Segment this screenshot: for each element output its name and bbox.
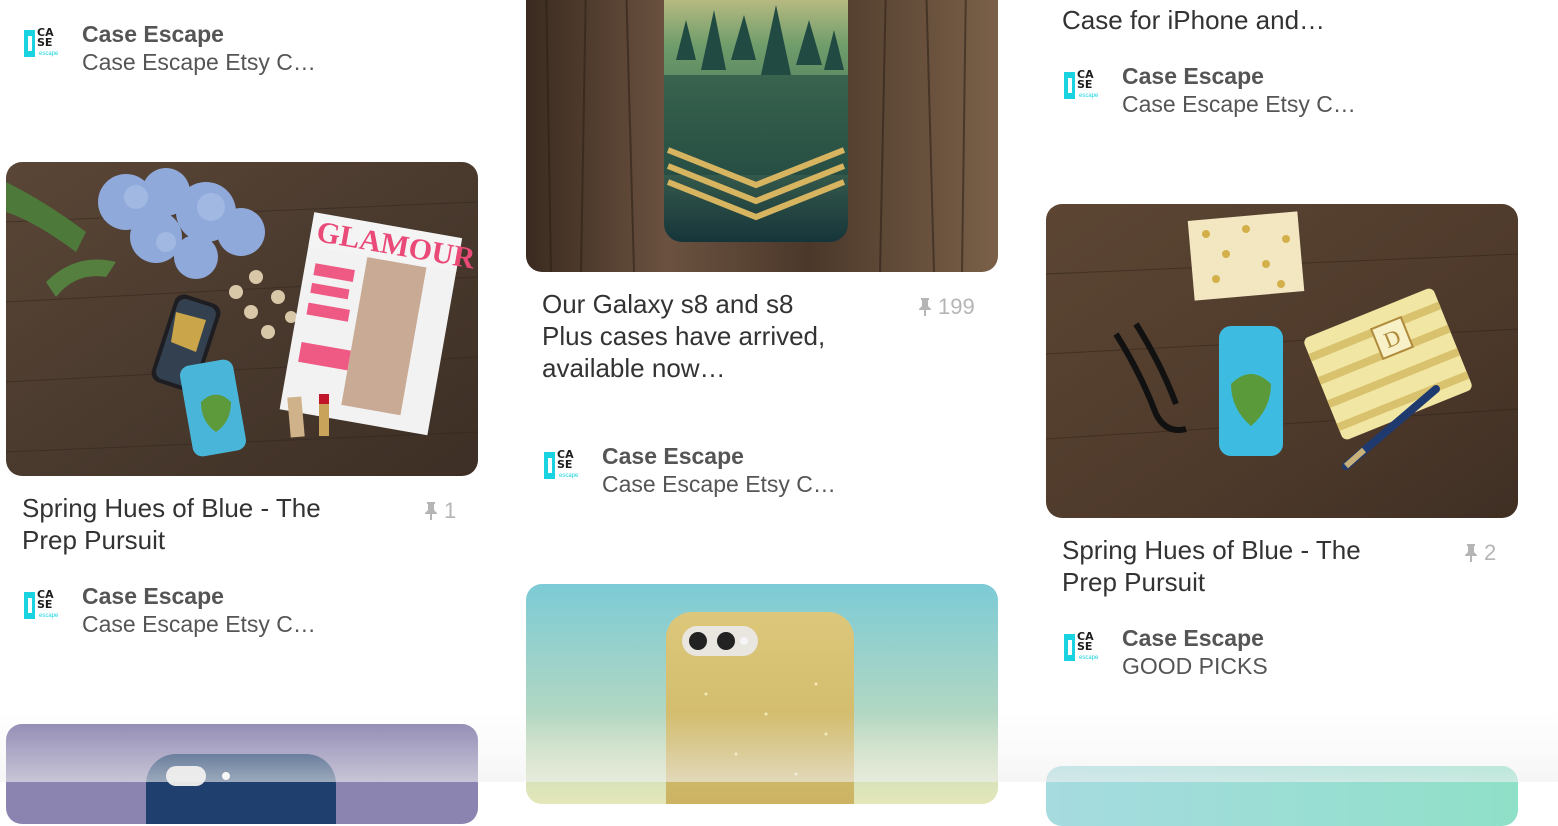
- pushpin-icon: [425, 502, 437, 520]
- pinner-name[interactable]: Case Escape: [1122, 624, 1268, 652]
- board-name[interactable]: Case Escape Etsy C…: [1122, 90, 1356, 118]
- pin-attribution[interactable]: CA SE escape Case Escape GOOD PICKS: [1062, 624, 1268, 680]
- case-escape-logo: CA SE escape: [1062, 624, 1106, 668]
- pin-title[interactable]: Case for iPhone and…: [1062, 4, 1482, 36]
- board-name[interactable]: GOOD PICKS: [1122, 652, 1268, 680]
- pin-attribution[interactable]: CA SE escape Case Escape Case Escape Etsy…: [22, 20, 316, 76]
- pinner-name[interactable]: Case Escape: [602, 442, 836, 470]
- save-count: 1: [424, 498, 456, 524]
- board-name[interactable]: Case Escape Etsy C…: [82, 610, 316, 638]
- pin-title[interactable]: Our Galaxy s8 and s8 Plus cases have arr…: [542, 288, 842, 384]
- pinner-name[interactable]: Case Escape: [82, 20, 316, 48]
- pinner-name[interactable]: Case Escape: [1122, 62, 1356, 90]
- pin-title[interactable]: Spring Hues of Blue - The Prep Pursuit: [22, 492, 322, 556]
- pushpin-icon: [919, 298, 931, 316]
- pin-image[interactable]: [6, 724, 478, 824]
- case-escape-logo: CA SE escape: [22, 582, 66, 626]
- pinner-name[interactable]: Case Escape: [82, 582, 316, 610]
- pin-image[interactable]: D: [1046, 204, 1518, 518]
- pin-image[interactable]: [526, 0, 998, 272]
- save-count: 199: [918, 294, 975, 320]
- pin-image[interactable]: GLAMOUR: [6, 162, 478, 476]
- save-count: 2: [1464, 540, 1496, 566]
- pin-attribution[interactable]: CA SE escape Case Escape Case Escape Etsy…: [1062, 62, 1356, 118]
- pin-attribution[interactable]: CA SE escape Case Escape Case Escape Etsy…: [542, 442, 836, 498]
- case-escape-logo: CA SE escape: [1062, 62, 1106, 106]
- board-name[interactable]: Case Escape Etsy C…: [602, 470, 836, 498]
- pin-image[interactable]: [526, 584, 998, 804]
- case-escape-logo: CA SE escape: [542, 442, 586, 486]
- pin-image[interactable]: [1046, 766, 1518, 826]
- pushpin-icon: [1465, 544, 1477, 562]
- case-escape-logo: CA SE escape: [22, 20, 66, 64]
- board-name[interactable]: Case Escape Etsy C…: [82, 48, 316, 76]
- pin-attribution[interactable]: CA SE escape Case Escape Case Escape Etsy…: [22, 582, 316, 638]
- pin-title[interactable]: Spring Hues of Blue - The Prep Pursuit: [1062, 534, 1362, 598]
